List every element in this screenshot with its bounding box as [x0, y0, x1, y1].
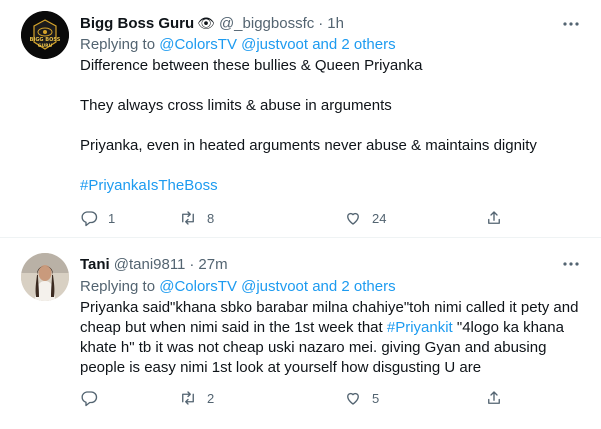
- retweet-button[interactable]: 2: [179, 388, 214, 408]
- replying-to: Replying to @ColorsTV @justvoot and 2 ot…: [80, 277, 396, 297]
- tweet-text-line: Priyanka said"khana sbko barabar milna c…: [80, 299, 579, 316]
- share-button[interactable]: [485, 388, 503, 408]
- tweet-text-segment: "4logo ka khana: [456, 319, 564, 336]
- reply-button[interactable]: 1: [80, 208, 115, 228]
- avatar[interactable]: [21, 253, 69, 301]
- replying-to: Replying to @ColorsTV @justvoot and 2 ot…: [80, 35, 396, 55]
- separator-dot: ·: [318, 15, 324, 32]
- share-button[interactable]: [485, 208, 503, 228]
- tweet-text-line: people is easy nimi 1st look at yourself…: [80, 359, 482, 376]
- retweet-count: 8: [207, 210, 215, 226]
- reply-button[interactable]: [80, 388, 98, 408]
- hashtag-link[interactable]: #Priyankit: [387, 319, 453, 336]
- tweet[interactable]: Tani @tani9811 · 27m Replying to @ColorsTV …: [0, 238, 601, 429]
- hashtag-link[interactable]: #PriyankaIsTheBoss: [80, 176, 218, 196]
- reply-icon: [81, 211, 98, 227]
- retweet-icon: [182, 211, 194, 225]
- svg-text:BIGG BOSS: BIGG BOSS: [30, 37, 61, 43]
- replying-to-others[interactable]: and 2 others: [312, 36, 395, 53]
- replying-to-mentions[interactable]: @ColorsTV @justvoot: [159, 36, 308, 53]
- tweet-text-line: They always cross limits & abuse in argu…: [80, 97, 392, 114]
- replying-to-others[interactable]: and 2 others: [312, 278, 395, 295]
- like-button[interactable]: 24: [344, 208, 386, 228]
- replying-to-label: Replying to: [80, 36, 156, 53]
- heart-icon: [347, 212, 359, 225]
- tweet-text-line: khate h" tb it was not cheap uski nazaro…: [80, 339, 547, 356]
- tweet-text-line: cheap but when nimi said in the 1st week…: [80, 318, 564, 338]
- share-icon: [488, 391, 500, 404]
- user-handle[interactable]: @tani9811: [114, 256, 186, 273]
- avatar[interactable]: BIGG BOSS GURU: [21, 11, 69, 59]
- reply-icon: [81, 391, 98, 407]
- replying-to-label: Replying to: [80, 278, 156, 295]
- display-name[interactable]: Bigg Boss Guru: [80, 15, 194, 32]
- tweet-text-line: Priyanka, even in heated arguments never…: [80, 137, 537, 154]
- user-handle[interactable]: @_biggbossfc: [219, 15, 314, 32]
- like-count: 5: [372, 390, 380, 406]
- retweet-icon: [182, 391, 194, 405]
- replying-to-mentions[interactable]: @ColorsTV @justvoot: [159, 278, 308, 295]
- eye-emoji: 👁: [197, 15, 215, 31]
- heart-icon: [347, 392, 359, 405]
- like-button[interactable]: 5: [344, 388, 379, 408]
- like-count: 24: [372, 210, 387, 226]
- separator-dot: ·: [189, 256, 195, 273]
- more-options-icon[interactable]: [561, 17, 581, 31]
- tweet-text-segment: cheap but when nimi said in the 1st week…: [80, 319, 383, 336]
- timestamp[interactable]: 27m: [198, 256, 227, 273]
- svg-text:GURU: GURU: [38, 43, 53, 49]
- more-options-icon[interactable]: [561, 257, 581, 271]
- tweet-text-line: Difference between these bullies & Queen…: [80, 57, 423, 74]
- timestamp[interactable]: 1h: [327, 15, 344, 32]
- display-name[interactable]: Tani: [80, 256, 110, 273]
- tweet[interactable]: BIGG BOSS GURU Bigg Boss Guru 👁 @_biggboss…: [0, 0, 601, 237]
- share-icon: [488, 211, 500, 224]
- retweet-count: 2: [207, 390, 215, 406]
- tweet-header: Bigg Boss Guru 👁 @_biggbossfc · 1h: [80, 13, 344, 34]
- retweet-button[interactable]: 8: [179, 208, 214, 228]
- reply-count: 1: [108, 210, 116, 226]
- tweet-header: Tani @tani9811 · 27m: [80, 255, 228, 275]
